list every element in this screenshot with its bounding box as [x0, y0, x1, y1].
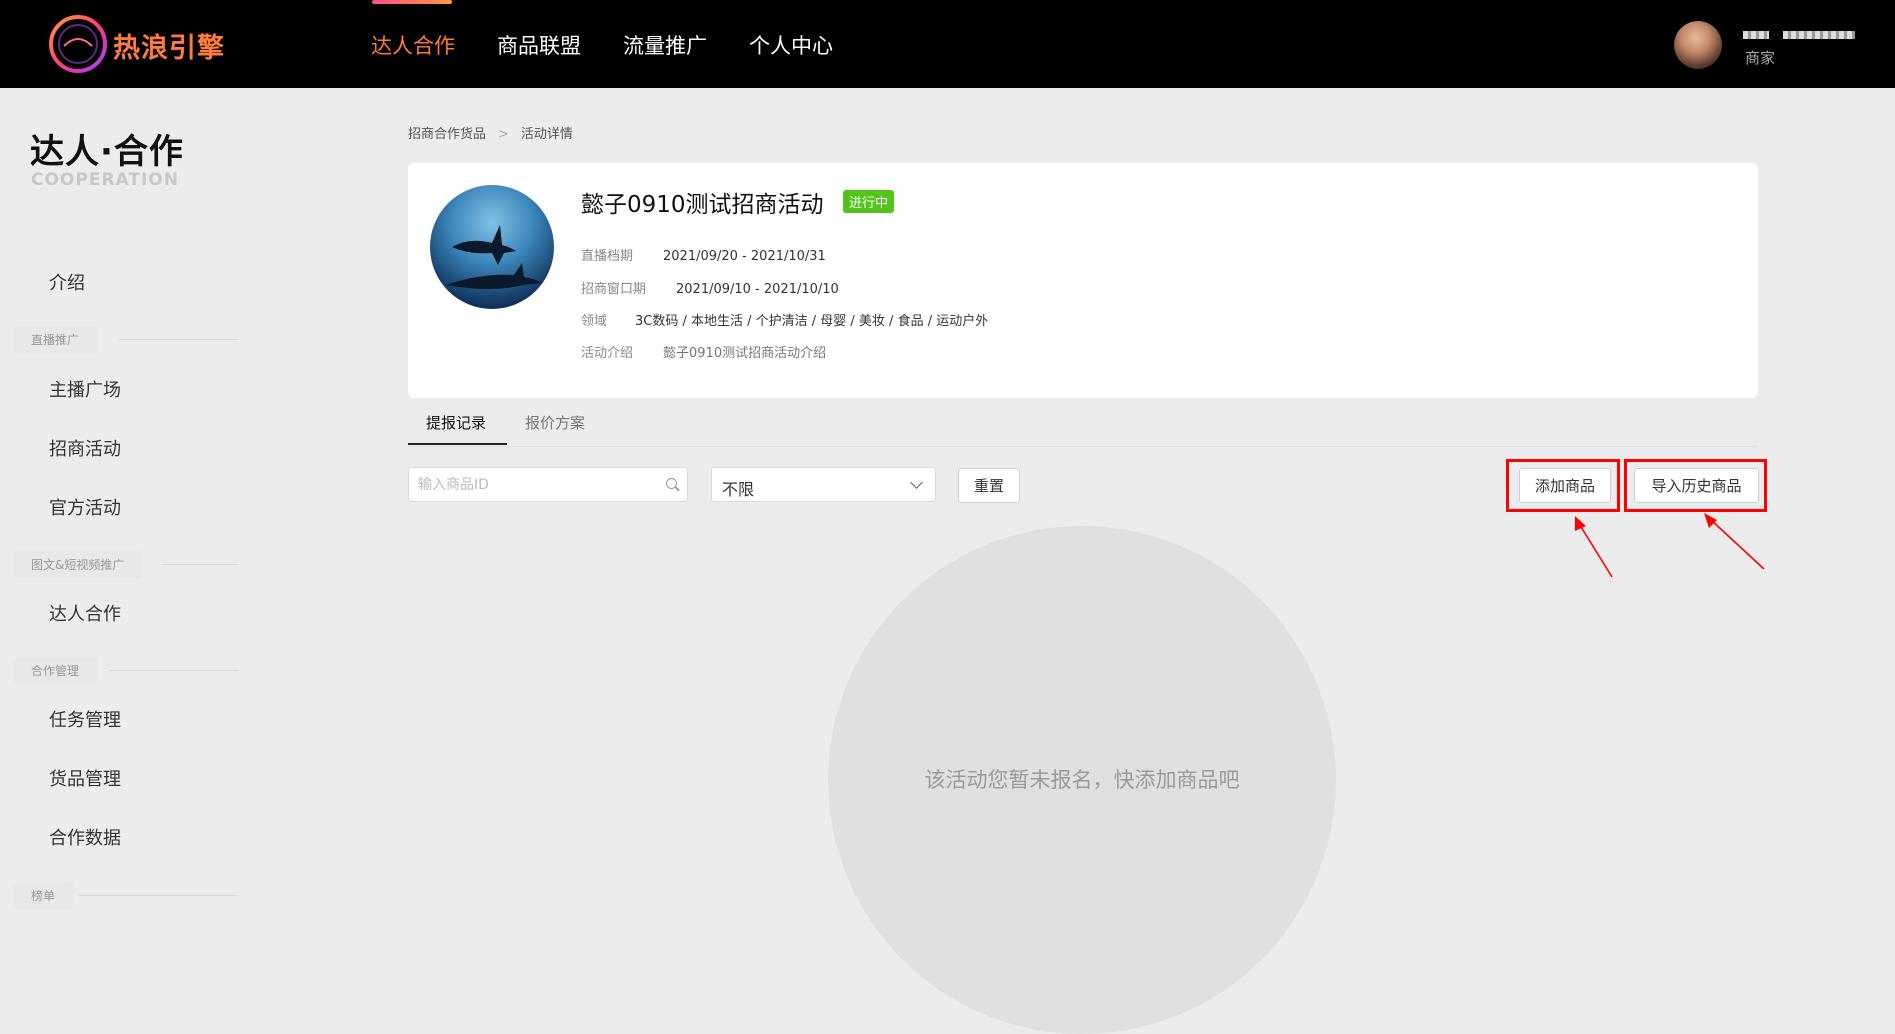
highlight-box-add-product — [1506, 459, 1620, 512]
redacted-user-id — [1783, 31, 1855, 39]
tabs: 提报记录 报价方案 — [408, 398, 1758, 447]
info-row-merchant-window: 招商窗口期 2021/09/10 - 2021/10/10 — [581, 278, 839, 297]
sidebar-item-anchor-plaza[interactable]: 主播广场 — [49, 376, 121, 402]
breadcrumb-link[interactable]: 招商合作货品 — [408, 127, 486, 142]
arrow-head-import-history — [1704, 513, 1717, 528]
top-navigation-bar: 热浪引擎 达人合作 商品联盟 流量推广 个人中心 商家 — [0, 0, 1895, 88]
nav-item-talent-cooperation[interactable]: 达人合作 — [371, 30, 455, 60]
activity-card: 懿子0910测试招商活动 进行中 直播档期 2021/09/20 - 2021/1… — [408, 163, 1758, 398]
activity-title: 懿子0910测试招商活动 — [581, 192, 824, 218]
chevron-right-icon: > — [498, 127, 509, 142]
sidebar-group-label: 直播推广 — [13, 326, 98, 353]
empty-state-text: 该活动您暂未报名，快添加商品吧 — [924, 768, 1240, 792]
reset-button[interactable]: 重置 — [958, 468, 1020, 503]
filter-select[interactable]: 不限 — [711, 467, 936, 502]
nav-item-product-alliance[interactable]: 商品联盟 — [497, 30, 581, 60]
logo-icon[interactable] — [46, 12, 110, 76]
info-key: 活动介绍 — [581, 346, 634, 361]
nav-item-traffic-promotion[interactable]: 流量推广 — [623, 30, 707, 60]
sidebar-item-goods-management[interactable]: 货品管理 — [49, 765, 121, 791]
arrow-line-import-history — [1709, 518, 1765, 570]
search-input[interactable] — [409, 468, 667, 501]
info-value: 3C数码 / 本地生活 / 个护清洁 / 母婴 / 美妆 / 食品 / 运动户外 — [635, 314, 989, 329]
sidebar-subtitle: COOPERATION — [31, 170, 179, 190]
avatar[interactable] — [1674, 21, 1722, 69]
sidebar-group-short-video: 图文&短视频推广 — [13, 551, 239, 578]
sidebar-group-ranking: 榜单 — [13, 882, 239, 909]
tab-submission-records[interactable]: 提报记录 — [426, 412, 486, 433]
sidebar-item-talent-cooperation[interactable]: 达人合作 — [49, 600, 121, 626]
user-role: 商家 — [1745, 49, 1776, 67]
product-id-search — [408, 467, 688, 502]
info-key: 直播档期 — [581, 249, 634, 264]
arrow-head-add-product — [1575, 516, 1586, 531]
highlight-box-import-history — [1624, 459, 1767, 512]
divider — [109, 670, 239, 671]
breadcrumb: 招商合作货品 > 活动详情 — [408, 123, 573, 142]
info-row-live-period: 直播档期 2021/09/20 - 2021/10/31 — [581, 245, 826, 264]
redacted-username — [1743, 31, 1769, 39]
sidebar-item-cooperation-data[interactable]: 合作数据 — [49, 824, 121, 850]
sidebar-item-task-management[interactable]: 任务管理 — [49, 706, 121, 732]
sidebar-group-cooperation-management: 合作管理 — [13, 657, 239, 684]
nav-active-indicator — [372, 0, 452, 4]
info-value: 2021/09/10 - 2021/10/10 — [676, 282, 839, 297]
divider — [161, 564, 239, 565]
sidebar-group-live: 直播推广 — [13, 326, 239, 353]
info-key: 招商窗口期 — [581, 282, 647, 297]
status-badge: 进行中 — [843, 190, 895, 213]
tab-active-underline — [408, 443, 507, 445]
sidebar-group-label: 合作管理 — [13, 657, 98, 684]
tab-pricing-plan[interactable]: 报价方案 — [525, 412, 585, 433]
breadcrumb-current: 活动详情 — [520, 127, 573, 142]
info-value: 懿子0910测试招商活动介绍 — [663, 346, 827, 361]
sidebar-item-merchant-activity[interactable]: 招商活动 — [49, 435, 121, 461]
info-row-intro: 活动介绍 懿子0910测试招商活动介绍 — [581, 342, 826, 361]
sidebar-item-official-activity[interactable]: 官方活动 — [49, 494, 121, 520]
sidebar-item-intro[interactable]: 介绍 — [49, 269, 85, 295]
info-value: 2021/09/20 - 2021/10/31 — [663, 249, 826, 264]
sidebar-title: 达人·合作 — [30, 132, 184, 172]
arrow-line-add-product — [1577, 521, 1613, 578]
info-row-domain: 领域 3C数码 / 本地生活 / 个护清洁 / 母婴 / 美妆 / 食品 / 运动… — [581, 310, 988, 329]
logo-text: 热浪引擎 — [113, 33, 225, 64]
shark-image-icon — [446, 225, 542, 289]
info-key: 领域 — [581, 314, 608, 329]
nav-item-personal-center[interactable]: 个人中心 — [749, 30, 833, 60]
divider — [119, 339, 239, 340]
search-icon[interactable] — [666, 478, 677, 489]
select-value: 不限 — [722, 480, 755, 499]
chevron-down-icon — [910, 476, 923, 489]
activity-cover-image — [430, 185, 554, 309]
sidebar-group-label: 图文&短视频推广 — [13, 551, 143, 578]
